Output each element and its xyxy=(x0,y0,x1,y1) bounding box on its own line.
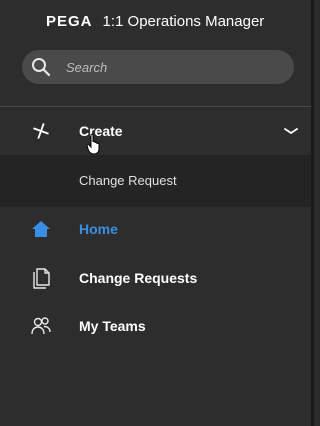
pega-logo: PEGA xyxy=(46,13,93,30)
nav-label-home: Home xyxy=(79,221,118,237)
home-icon xyxy=(30,218,52,240)
document-icon xyxy=(30,267,52,289)
create-submenu: Change Request xyxy=(0,155,311,207)
nav-item-change-requests[interactable]: Change Requests xyxy=(0,254,311,302)
nav-item-create[interactable]: Create xyxy=(0,107,311,155)
app-title: 1:1 Operations Manager xyxy=(102,13,265,30)
app-header: PEGA 1:1 Operations Manager xyxy=(46,13,264,35)
nav-item-my-teams[interactable]: My Teams xyxy=(0,302,311,350)
nav-item-home[interactable]: Home xyxy=(0,205,311,253)
people-icon xyxy=(30,315,52,337)
nav-label-change-requests: Change Requests xyxy=(79,270,198,286)
sidebar: PEGA 1:1 Operations Manager Create xyxy=(0,0,311,426)
nav-label-my-teams: My Teams xyxy=(79,318,146,334)
plus-icon xyxy=(30,120,52,142)
search-input[interactable] xyxy=(64,58,268,76)
window-edge xyxy=(311,0,314,426)
search-bar[interactable] xyxy=(22,50,294,84)
submenu-item-change-request[interactable]: Change Request xyxy=(79,173,177,188)
hand-cursor-icon xyxy=(86,133,102,160)
search-icon xyxy=(31,57,51,77)
chevron-down-icon[interactable] xyxy=(283,123,299,139)
